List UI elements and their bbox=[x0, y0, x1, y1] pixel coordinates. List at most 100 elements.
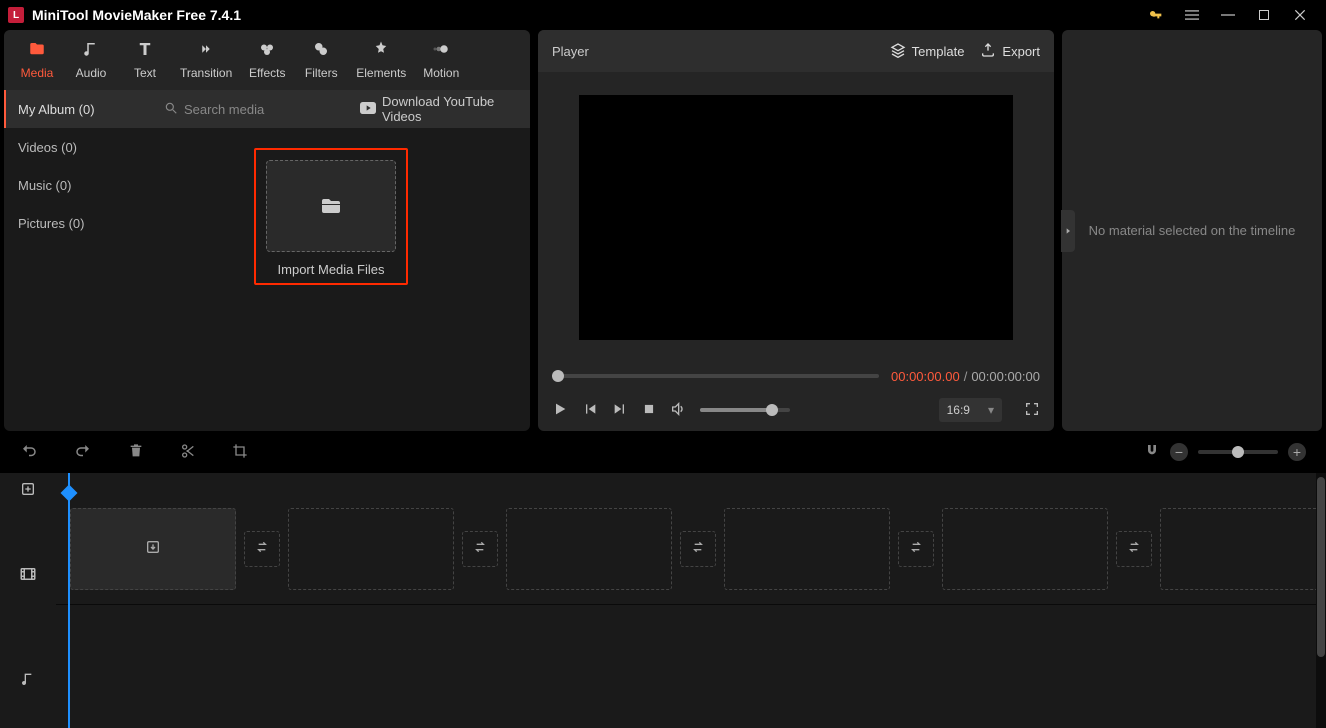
seek-bar[interactable] bbox=[552, 374, 879, 378]
crop-button[interactable] bbox=[232, 443, 248, 462]
download-arrow-icon bbox=[145, 539, 161, 558]
tab-media[interactable]: Media bbox=[10, 36, 64, 84]
search-icon bbox=[164, 101, 178, 118]
edit-toolbar: − + bbox=[0, 431, 1326, 473]
undo-button[interactable] bbox=[20, 442, 38, 463]
tab-filters[interactable]: Filters bbox=[294, 36, 348, 84]
timeline bbox=[0, 473, 1326, 728]
folder-icon bbox=[28, 40, 46, 63]
stop-button[interactable] bbox=[642, 402, 656, 419]
transition-slot[interactable] bbox=[898, 531, 934, 567]
time-ruler[interactable] bbox=[56, 473, 1326, 505]
clip-slot[interactable] bbox=[1160, 508, 1326, 590]
tab-elements[interactable]: Elements bbox=[348, 36, 414, 84]
prev-frame-button[interactable] bbox=[582, 401, 598, 420]
export-icon bbox=[980, 42, 996, 61]
hamburger-menu-icon[interactable] bbox=[1174, 0, 1210, 30]
app-title: MiniTool MovieMaker Free 7.4.1 bbox=[32, 7, 241, 23]
transition-slot[interactable] bbox=[680, 531, 716, 567]
sidebar-item-pictures[interactable]: Pictures (0) bbox=[4, 204, 154, 242]
youtube-icon bbox=[360, 102, 376, 117]
clip-slot[interactable] bbox=[288, 508, 454, 590]
app-logo: L bbox=[8, 7, 24, 23]
playhead[interactable] bbox=[68, 473, 70, 728]
time-current: 00:00:00.00 bbox=[891, 369, 960, 384]
folder-open-icon bbox=[318, 194, 344, 218]
zoom-in-button[interactable]: + bbox=[1288, 443, 1306, 461]
time-total: 00:00:00:00 bbox=[971, 369, 1040, 384]
transition-slot[interactable] bbox=[1116, 531, 1152, 567]
volume-handle[interactable] bbox=[766, 404, 778, 416]
media-toolbar: Download YouTube Videos bbox=[154, 90, 530, 128]
close-button[interactable] bbox=[1282, 0, 1318, 30]
tab-audio[interactable]: Audio bbox=[64, 36, 118, 84]
music-note-icon bbox=[82, 40, 100, 63]
main-toolbar: Media Audio Text Transition Effects Filt… bbox=[4, 30, 530, 90]
sidebar-item-videos[interactable]: Videos (0) bbox=[4, 128, 154, 166]
zoom-slider[interactable] bbox=[1198, 450, 1278, 454]
sidebar-item-my-album[interactable]: My Album (0) bbox=[4, 90, 154, 128]
transition-icon bbox=[197, 40, 215, 63]
elements-icon bbox=[372, 40, 390, 63]
magnet-icon[interactable] bbox=[1144, 443, 1160, 462]
license-key-icon[interactable] bbox=[1138, 0, 1174, 30]
zoom-handle[interactable] bbox=[1232, 446, 1244, 458]
swap-icon bbox=[1126, 539, 1142, 558]
clip-slot[interactable] bbox=[724, 508, 890, 590]
player-panel: Player Template Export 00:00:00.00 / 00:… bbox=[538, 30, 1054, 431]
swap-icon bbox=[690, 539, 706, 558]
add-track-button[interactable] bbox=[0, 473, 56, 505]
title-bar: L MiniTool MovieMaker Free 7.4.1 bbox=[0, 0, 1326, 30]
filters-icon bbox=[312, 40, 330, 63]
swap-icon bbox=[472, 539, 488, 558]
no-selection-message: No material selected on the timeline bbox=[1089, 223, 1296, 238]
download-youtube-button[interactable]: Download YouTube Videos bbox=[360, 94, 520, 124]
transition-slot[interactable] bbox=[462, 531, 498, 567]
aspect-ratio-select[interactable]: 16:9 ▾ bbox=[939, 398, 1002, 422]
collapse-handle[interactable] bbox=[1061, 210, 1075, 252]
clip-slot[interactable] bbox=[70, 508, 236, 590]
next-frame-button[interactable] bbox=[612, 401, 628, 420]
video-track[interactable] bbox=[56, 505, 1326, 605]
play-button[interactable] bbox=[552, 401, 568, 420]
volume-slider[interactable] bbox=[700, 408, 790, 412]
tab-transition[interactable]: Transition bbox=[172, 36, 240, 84]
motion-icon bbox=[432, 40, 450, 63]
video-track-icon bbox=[0, 505, 56, 643]
timeline-scrollbar[interactable] bbox=[1316, 473, 1326, 728]
text-icon bbox=[136, 40, 154, 63]
template-button[interactable]: Template bbox=[890, 42, 965, 61]
tab-text[interactable]: Text bbox=[118, 36, 172, 84]
import-media-dropzone[interactable] bbox=[266, 160, 396, 252]
minimize-button[interactable] bbox=[1210, 0, 1246, 30]
effects-icon bbox=[258, 40, 276, 63]
video-preview bbox=[579, 95, 1013, 340]
swap-icon bbox=[908, 539, 924, 558]
clip-slot[interactable] bbox=[506, 508, 672, 590]
tab-effects[interactable]: Effects bbox=[240, 36, 294, 84]
import-media-label: Import Media Files bbox=[266, 262, 396, 277]
maximize-button[interactable] bbox=[1246, 0, 1282, 30]
swap-icon bbox=[254, 539, 270, 558]
transition-slot[interactable] bbox=[244, 531, 280, 567]
search-input[interactable] bbox=[184, 102, 360, 117]
clip-slot[interactable] bbox=[942, 508, 1108, 590]
fullscreen-button[interactable] bbox=[1024, 401, 1040, 420]
split-button[interactable] bbox=[180, 443, 196, 462]
zoom-out-button[interactable]: − bbox=[1170, 443, 1188, 461]
media-category-sidebar: My Album (0) Videos (0) Music (0) Pictur… bbox=[4, 90, 154, 431]
import-media-highlight: Import Media Files bbox=[254, 148, 408, 285]
media-panel: Media Audio Text Transition Effects Filt… bbox=[4, 30, 530, 431]
properties-panel: No material selected on the timeline bbox=[1062, 30, 1322, 431]
redo-button[interactable] bbox=[74, 442, 92, 463]
chevron-down-icon: ▾ bbox=[988, 403, 994, 417]
audio-track-icon bbox=[0, 643, 56, 715]
sidebar-item-music[interactable]: Music (0) bbox=[4, 166, 154, 204]
delete-button[interactable] bbox=[128, 443, 144, 462]
volume-icon[interactable] bbox=[670, 401, 686, 420]
seek-handle[interactable] bbox=[552, 370, 564, 382]
export-button[interactable]: Export bbox=[980, 42, 1040, 61]
tab-motion[interactable]: Motion bbox=[414, 36, 468, 84]
audio-track[interactable] bbox=[56, 613, 1326, 685]
template-icon bbox=[890, 42, 906, 61]
